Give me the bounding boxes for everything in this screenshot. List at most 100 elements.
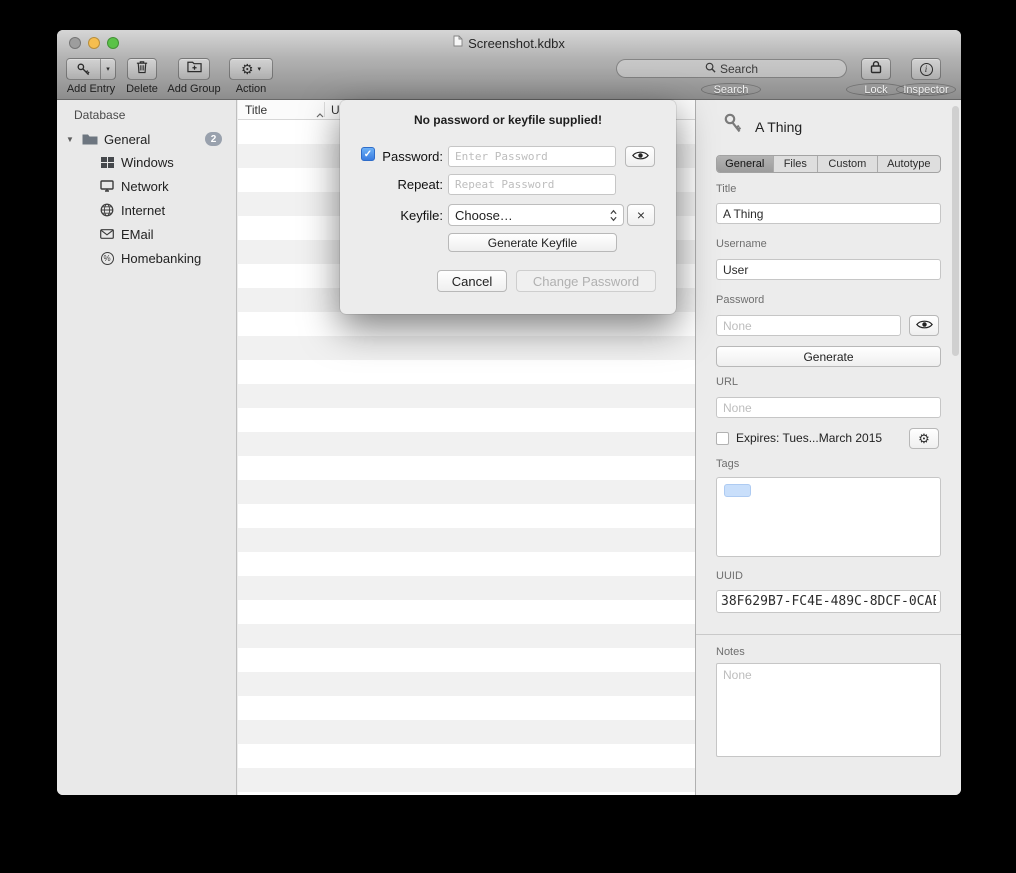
inspector-button[interactable]: i xyxy=(911,58,941,80)
keyfile-popup-value: Choose… xyxy=(455,208,513,223)
column-header-username[interactable]: U xyxy=(331,103,340,117)
chevron-down-icon: ▾ xyxy=(258,65,262,73)
document-icon xyxy=(453,34,463,52)
tab-files[interactable]: Files xyxy=(774,156,819,172)
column-separator[interactable] xyxy=(324,102,325,117)
notes-label: Notes xyxy=(716,646,745,658)
add-entry-button[interactable]: ▾ xyxy=(66,58,116,80)
url-field-label: URL xyxy=(716,376,738,388)
window-title: Screenshot.kdbx xyxy=(468,36,565,51)
inspector-panel: A Thing General Files Custom Autotype Ti… xyxy=(695,100,961,795)
sidebar-item-homebanking[interactable]: % Homebanking xyxy=(57,246,232,270)
tab-custom[interactable]: Custom xyxy=(818,156,877,172)
folder-plus-icon xyxy=(187,60,202,78)
lock-button[interactable] xyxy=(861,58,891,80)
url-field[interactable] xyxy=(716,397,941,418)
windows-icon xyxy=(97,157,117,168)
dialog-message: No password or keyfile supplied! xyxy=(340,113,676,127)
action-button[interactable]: ⚙ ▾ xyxy=(229,58,273,80)
close-button[interactable] xyxy=(69,37,81,49)
clear-keyfile-button[interactable]: × xyxy=(627,204,655,226)
search-label: Search xyxy=(701,83,761,96)
inspector-scrollbar[interactable] xyxy=(952,106,959,356)
titlebar[interactable]: Screenshot.kdbx xyxy=(57,30,961,56)
delete-label: Delete xyxy=(112,83,172,96)
username-field-label: Username xyxy=(716,238,767,250)
sidebar-group-label: General xyxy=(104,132,150,147)
uuid-label: UUID xyxy=(716,570,743,582)
show-password-button[interactable] xyxy=(909,315,939,336)
globe-icon xyxy=(97,203,117,217)
tag-token[interactable] xyxy=(724,484,751,497)
generate-password-button[interactable]: Generate xyxy=(716,346,941,367)
expires-checkbox[interactable] xyxy=(716,432,729,445)
delete-button[interactable] xyxy=(127,58,157,80)
window-chrome: Screenshot.kdbx ▾ Add Entry xyxy=(57,30,961,100)
percent-coin-icon: % xyxy=(97,252,117,265)
action-label: Action xyxy=(221,83,281,96)
dialog-show-password-button[interactable] xyxy=(625,146,655,167)
dialog-password-label: Password: xyxy=(340,149,443,164)
search-icon xyxy=(705,62,716,76)
zoom-button[interactable] xyxy=(107,37,119,49)
desktop-background: Screenshot.kdbx ▾ Add Entry xyxy=(0,0,1016,873)
tags-label: Tags xyxy=(716,458,739,470)
dialog-keyfile-label: Keyfile: xyxy=(340,208,443,223)
tab-general[interactable]: General xyxy=(717,156,774,172)
stepper-icon xyxy=(610,209,617,222)
title-field-label: Title xyxy=(716,183,736,195)
uuid-field[interactable] xyxy=(716,590,941,613)
expires-settings-button[interactable]: ⚙ xyxy=(909,428,939,449)
entry-title: A Thing xyxy=(755,119,802,135)
title-group: Screenshot.kdbx xyxy=(453,34,565,52)
sidebar: Database ▼ General 2 Windows Networ xyxy=(57,100,237,795)
title-field[interactable] xyxy=(716,203,941,224)
gear-icon: ⚙ xyxy=(918,432,930,445)
sidebar-item-windows[interactable]: Windows xyxy=(57,150,232,174)
username-field[interactable] xyxy=(716,259,941,280)
disclosure-triangle-icon[interactable]: ▼ xyxy=(66,135,80,144)
lock-icon xyxy=(870,60,882,79)
cancel-button[interactable]: Cancel xyxy=(437,270,507,292)
close-x-icon: × xyxy=(637,207,645,223)
dialog-repeat-input[interactable] xyxy=(448,174,616,195)
trash-icon xyxy=(136,60,148,79)
info-icon: i xyxy=(920,63,933,76)
password-field[interactable] xyxy=(716,315,901,336)
app-window: Screenshot.kdbx ▾ Add Entry xyxy=(57,30,961,795)
monitor-icon xyxy=(97,180,117,192)
sidebar-item-internet[interactable]: Internet xyxy=(57,198,232,222)
entry-header: A Thing xyxy=(723,113,802,140)
generate-keyfile-button[interactable]: Generate Keyfile xyxy=(448,233,617,252)
add-group-label: Add Group xyxy=(164,83,224,96)
expires-label: Expires: Tues...March 2015 xyxy=(736,431,882,445)
gear-icon: ⚙ xyxy=(241,62,254,76)
notes-field[interactable] xyxy=(716,663,941,757)
dialog-repeat-label: Repeat: xyxy=(340,177,443,192)
inspector-tabs: General Files Custom Autotype xyxy=(716,155,941,173)
column-header-title[interactable]: Title xyxy=(245,103,267,117)
traffic-lights xyxy=(69,37,119,49)
sidebar-item-email[interactable]: EMail xyxy=(57,222,232,246)
tab-autotype[interactable]: Autotype xyxy=(878,156,940,172)
sidebar-group-general[interactable]: ▼ General 2 xyxy=(57,127,232,151)
sidebar-section-label: Database xyxy=(74,108,125,122)
count-badge: 2 xyxy=(205,132,222,146)
envelope-icon xyxy=(97,229,117,239)
password-field-label: Password xyxy=(716,294,764,306)
password-dialog: No password or keyfile supplied! ✓ Passw… xyxy=(340,100,676,314)
divider xyxy=(696,634,961,635)
add-group-button[interactable] xyxy=(178,58,210,80)
search-placeholder: Search xyxy=(720,62,758,76)
eye-icon xyxy=(632,150,649,164)
chevron-down-icon[interactable]: ▾ xyxy=(100,59,115,79)
search-input[interactable]: Search xyxy=(616,59,847,78)
minimize-button[interactable] xyxy=(88,37,100,49)
keyfile-popup[interactable]: Choose… xyxy=(448,204,624,226)
inspector-label: Inspector xyxy=(896,83,956,96)
sidebar-item-network[interactable]: Network xyxy=(57,174,232,198)
eye-icon xyxy=(916,319,933,333)
tags-field[interactable] xyxy=(716,477,941,557)
change-password-button[interactable]: Change Password xyxy=(516,270,656,292)
dialog-password-input[interactable] xyxy=(448,146,616,167)
